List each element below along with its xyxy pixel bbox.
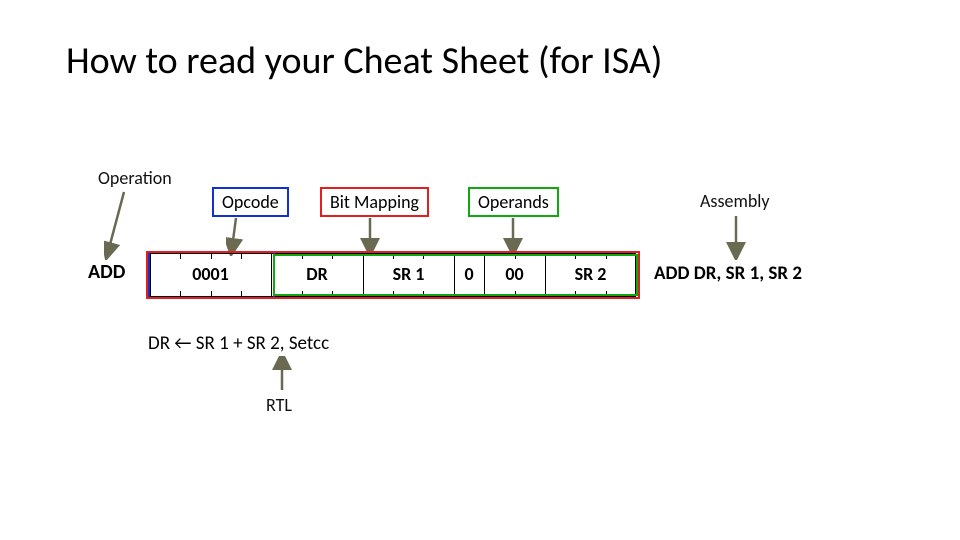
arrow-opcode	[226, 216, 246, 256]
label-assembly: Assembly	[700, 190, 770, 212]
label-operands: Operands	[478, 191, 549, 213]
label-operands-box: Operands	[468, 187, 559, 217]
field-dr: DR	[271, 263, 363, 285]
field-sr1: SR 1	[363, 263, 454, 285]
arrow-assembly	[726, 214, 746, 260]
label-operation: Operation	[98, 167, 172, 189]
arrow-operands	[503, 216, 523, 256]
field-zeros: 00	[484, 263, 545, 285]
field-mode: 0	[454, 263, 484, 285]
rtl-expression: DR ← SR 1 + SR 2, Setcc	[148, 332, 329, 355]
label-opcode: Opcode	[222, 191, 279, 213]
label-bitmapping-box: Bit Mapping	[320, 187, 429, 217]
assembly-text: ADD DR, SR 1, SR 2	[654, 262, 802, 285]
page-title: How to read your Cheat Sheet (for ISA)	[66, 38, 662, 84]
label-opcode-box: Opcode	[212, 187, 289, 217]
label-bitmapping: Bit Mapping	[330, 191, 419, 213]
label-rtl: RTL	[266, 394, 292, 416]
arrow-rtl	[272, 356, 292, 394]
mnemonic: ADD	[88, 260, 125, 284]
field-opcode: 0001	[150, 263, 271, 285]
arrow-operation	[104, 190, 134, 260]
arrow-bitmapping	[360, 216, 380, 256]
field-sr2: SR 2	[545, 263, 636, 285]
